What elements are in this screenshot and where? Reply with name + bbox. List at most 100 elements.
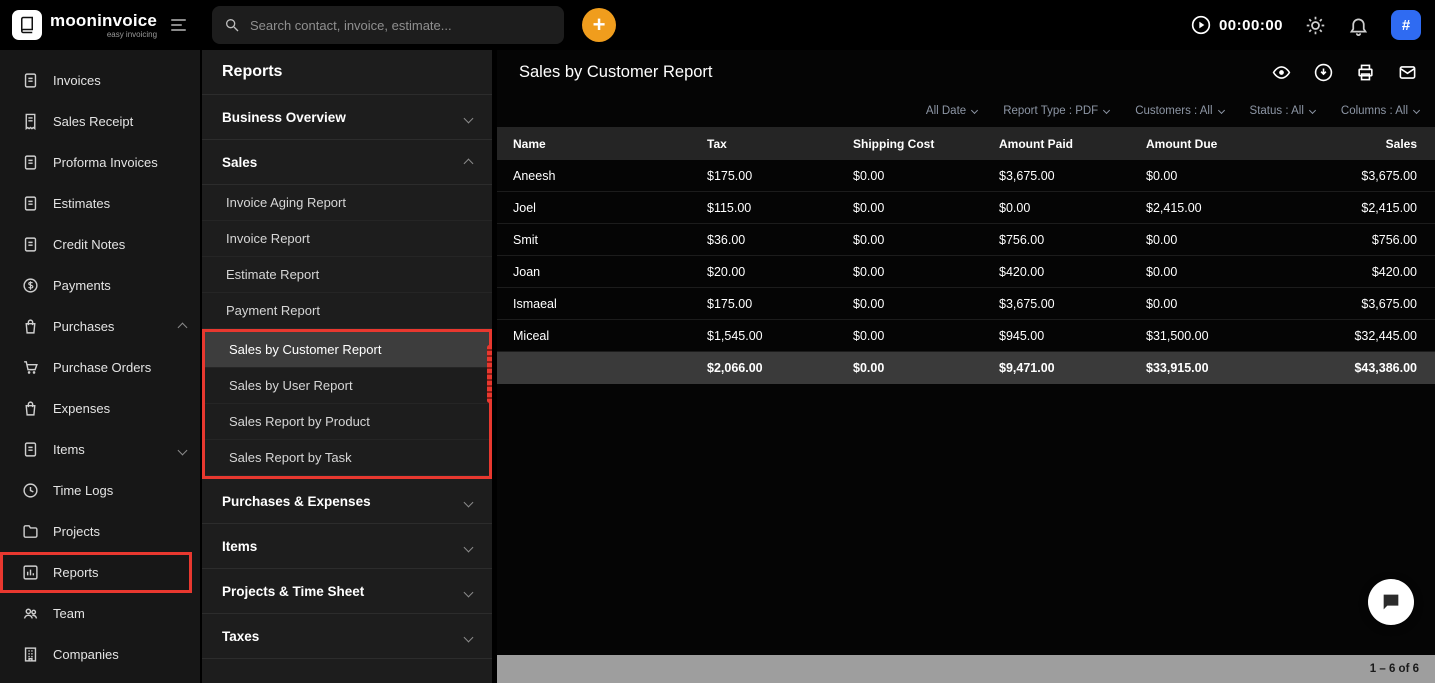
report-actions <box>1272 63 1417 82</box>
chevron-up-icon <box>177 318 188 336</box>
timer-value: 00:00:00 <box>1218 16 1283 34</box>
report-content: Sales by Customer Report All Date Report… <box>497 50 1435 683</box>
menu-toggle-icon[interactable] <box>171 19 187 31</box>
settings-gear-icon[interactable] <box>1305 15 1326 36</box>
chevron-down-icon <box>463 584 474 599</box>
table-row[interactable]: Miceal $1,545.00 $0.00 $945.00 $31,500.00 $32… <box>497 320 1435 352</box>
chevron-down-icon <box>463 494 474 509</box>
sidebar-item-invoices[interactable]: Invoices <box>0 60 200 101</box>
add-new-button[interactable]: + <box>582 8 616 42</box>
report-header: Sales by Customer Report <box>497 50 1435 95</box>
chevron-down-icon <box>1412 106 1421 114</box>
table-row[interactable]: Joel $115.00 $0.00 $0.00 $2,415.00 $2,415.00 <box>497 192 1435 224</box>
page-title: Sales by Customer Report <box>519 63 713 81</box>
filter-customers-dropdown[interactable]: Customers : All <box>1135 105 1225 117</box>
download-icon[interactable] <box>1314 63 1333 82</box>
search-input[interactable] <box>250 17 552 33</box>
print-icon[interactable] <box>1356 63 1375 82</box>
panel-scrollbar-thumb[interactable] <box>487 345 492 403</box>
sidebar-item-credit-notes[interactable]: Credit Notes <box>0 224 200 265</box>
report-item-sales-by-user[interactable]: Sales by User Report <box>205 368 489 404</box>
preview-eye-icon[interactable] <box>1272 63 1291 82</box>
logo-area: mooninvoice easy invoicing <box>12 10 200 40</box>
filter-report-type-dropdown[interactable]: Report Type : PDF <box>1003 105 1111 117</box>
report-table: Name Tax Shipping Cost Amount Paid Amoun… <box>497 127 1435 384</box>
report-item-estimate-report[interactable]: Estimate Report <box>202 257 492 293</box>
table-row[interactable]: Smit $36.00 $0.00 $756.00 $0.00 $756.00 <box>497 224 1435 256</box>
chevron-up-icon <box>463 155 474 170</box>
mooninvoice-logo-icon[interactable] <box>12 10 42 40</box>
section-business-overview[interactable]: Business Overview <box>202 95 492 140</box>
pagination-bar[interactable]: 1 – 6 of 6 <box>497 655 1435 683</box>
reports-panel-title: Reports <box>202 50 492 95</box>
sidebar-item-projects[interactable]: Projects <box>0 511 200 552</box>
table-header-row: Name Tax Shipping Cost Amount Paid Amoun… <box>497 127 1435 160</box>
chat-support-button[interactable] <box>1368 579 1414 625</box>
sidebar-item-reports[interactable]: Reports <box>0 552 192 593</box>
logo-tagline: easy invoicing <box>106 29 158 39</box>
sidebar-item-purchase-orders[interactable]: Purchase Orders <box>0 347 200 388</box>
purchase-orders-cart-icon <box>22 359 39 376</box>
filter-date-dropdown[interactable]: All Date <box>926 105 979 117</box>
time-tracker[interactable]: 00:00:00 <box>1191 15 1283 35</box>
chevron-down-icon <box>463 539 474 554</box>
notifications-bell-icon[interactable] <box>1348 15 1369 36</box>
payments-dollar-icon <box>22 277 39 294</box>
section-purchases-expenses[interactable]: Purchases & Expenses <box>202 479 492 524</box>
receipt-icon <box>22 113 39 130</box>
sidebar-item-payments[interactable]: Payments <box>0 265 200 306</box>
table-row[interactable]: Ismaeal $175.00 $0.00 $3,675.00 $0.00 $3,675.… <box>497 288 1435 320</box>
report-item-sales-by-customer[interactable]: Sales by Customer Report <box>205 332 489 368</box>
table-row[interactable]: Joan $20.00 $0.00 $420.00 $0.00 $420.00 <box>497 256 1435 288</box>
highlight-annotation-box: Sales by Customer Report Sales by User R… <box>202 329 492 479</box>
logo-text: mooninvoice easy invoicing <box>50 12 157 39</box>
credit-note-icon <box>22 236 39 253</box>
section-projects-time-sheet[interactable]: Projects & Time Sheet <box>202 569 492 614</box>
email-icon[interactable] <box>1398 63 1417 82</box>
report-item-invoice-report[interactable]: Invoice Report <box>202 221 492 257</box>
report-item-sales-by-product[interactable]: Sales Report by Product <box>205 404 489 440</box>
filter-status-dropdown[interactable]: Status : All <box>1250 105 1316 117</box>
building-icon <box>22 646 39 663</box>
sidebar-item-expenses[interactable]: Expenses <box>0 388 200 429</box>
app-root: mooninvoice easy invoicing + 00:00:00 # … <box>0 0 1435 683</box>
sidebar-item-items[interactable]: Items <box>0 429 200 470</box>
sidebar-item-estimates[interactable]: Estimates <box>0 183 200 224</box>
reports-panel: Reports Business Overview Sales Invoice … <box>200 50 497 683</box>
reports-chart-icon <box>22 564 39 581</box>
expenses-icon <box>22 400 39 417</box>
sidebar-item-proforma-invoices[interactable]: Proforma Invoices <box>0 142 200 183</box>
folder-icon <box>22 523 39 540</box>
report-item-invoice-aging[interactable]: Invoice Aging Report <box>202 185 492 221</box>
purchases-bag-icon <box>22 318 39 335</box>
chevron-down-icon <box>177 441 188 459</box>
estimate-icon <box>22 195 39 212</box>
search-icon <box>224 17 240 33</box>
section-sales[interactable]: Sales <box>202 140 492 185</box>
table-row[interactable]: Aneesh $175.00 $0.00 $3,675.00 $0.00 $3,675.0… <box>497 160 1435 192</box>
logo-name: mooninvoice <box>50 10 158 30</box>
section-taxes[interactable]: Taxes <box>202 614 492 659</box>
report-item-payment-report[interactable]: Payment Report <box>202 293 492 329</box>
global-search[interactable] <box>212 6 564 44</box>
team-icon <box>22 605 39 622</box>
filter-columns-dropdown[interactable]: Columns : All <box>1341 105 1421 117</box>
chevron-down-icon <box>463 110 474 125</box>
sidebar-item-time-logs[interactable]: Time Logs <box>0 470 200 511</box>
topbar: mooninvoice easy invoicing + 00:00:00 # <box>0 0 1435 50</box>
table-totals-row: $2,066.00 $0.00 $9,471.00 $33,915.00 $43,386… <box>497 352 1435 384</box>
proforma-invoice-icon <box>22 154 39 171</box>
chevron-down-icon <box>463 629 474 644</box>
items-icon <box>22 441 39 458</box>
hash-button[interactable]: # <box>1391 10 1421 40</box>
sidebar-item-team[interactable]: Team <box>0 593 200 634</box>
sidebar-item-companies[interactable]: Companies <box>0 634 200 675</box>
section-items[interactable]: Items <box>202 524 492 569</box>
report-item-sales-by-task[interactable]: Sales Report by Task <box>205 440 489 476</box>
sidebar-item-purchases[interactable]: Purchases <box>0 306 200 347</box>
filter-bar: All Date Report Type : PDF Customers : A… <box>497 95 1435 127</box>
sidebar-item-sales-receipt[interactable]: Sales Receipt <box>0 101 200 142</box>
pagination-label: 1 – 6 of 6 <box>1369 663 1419 675</box>
clock-icon <box>22 482 39 499</box>
chevron-down-icon <box>1103 106 1111 114</box>
